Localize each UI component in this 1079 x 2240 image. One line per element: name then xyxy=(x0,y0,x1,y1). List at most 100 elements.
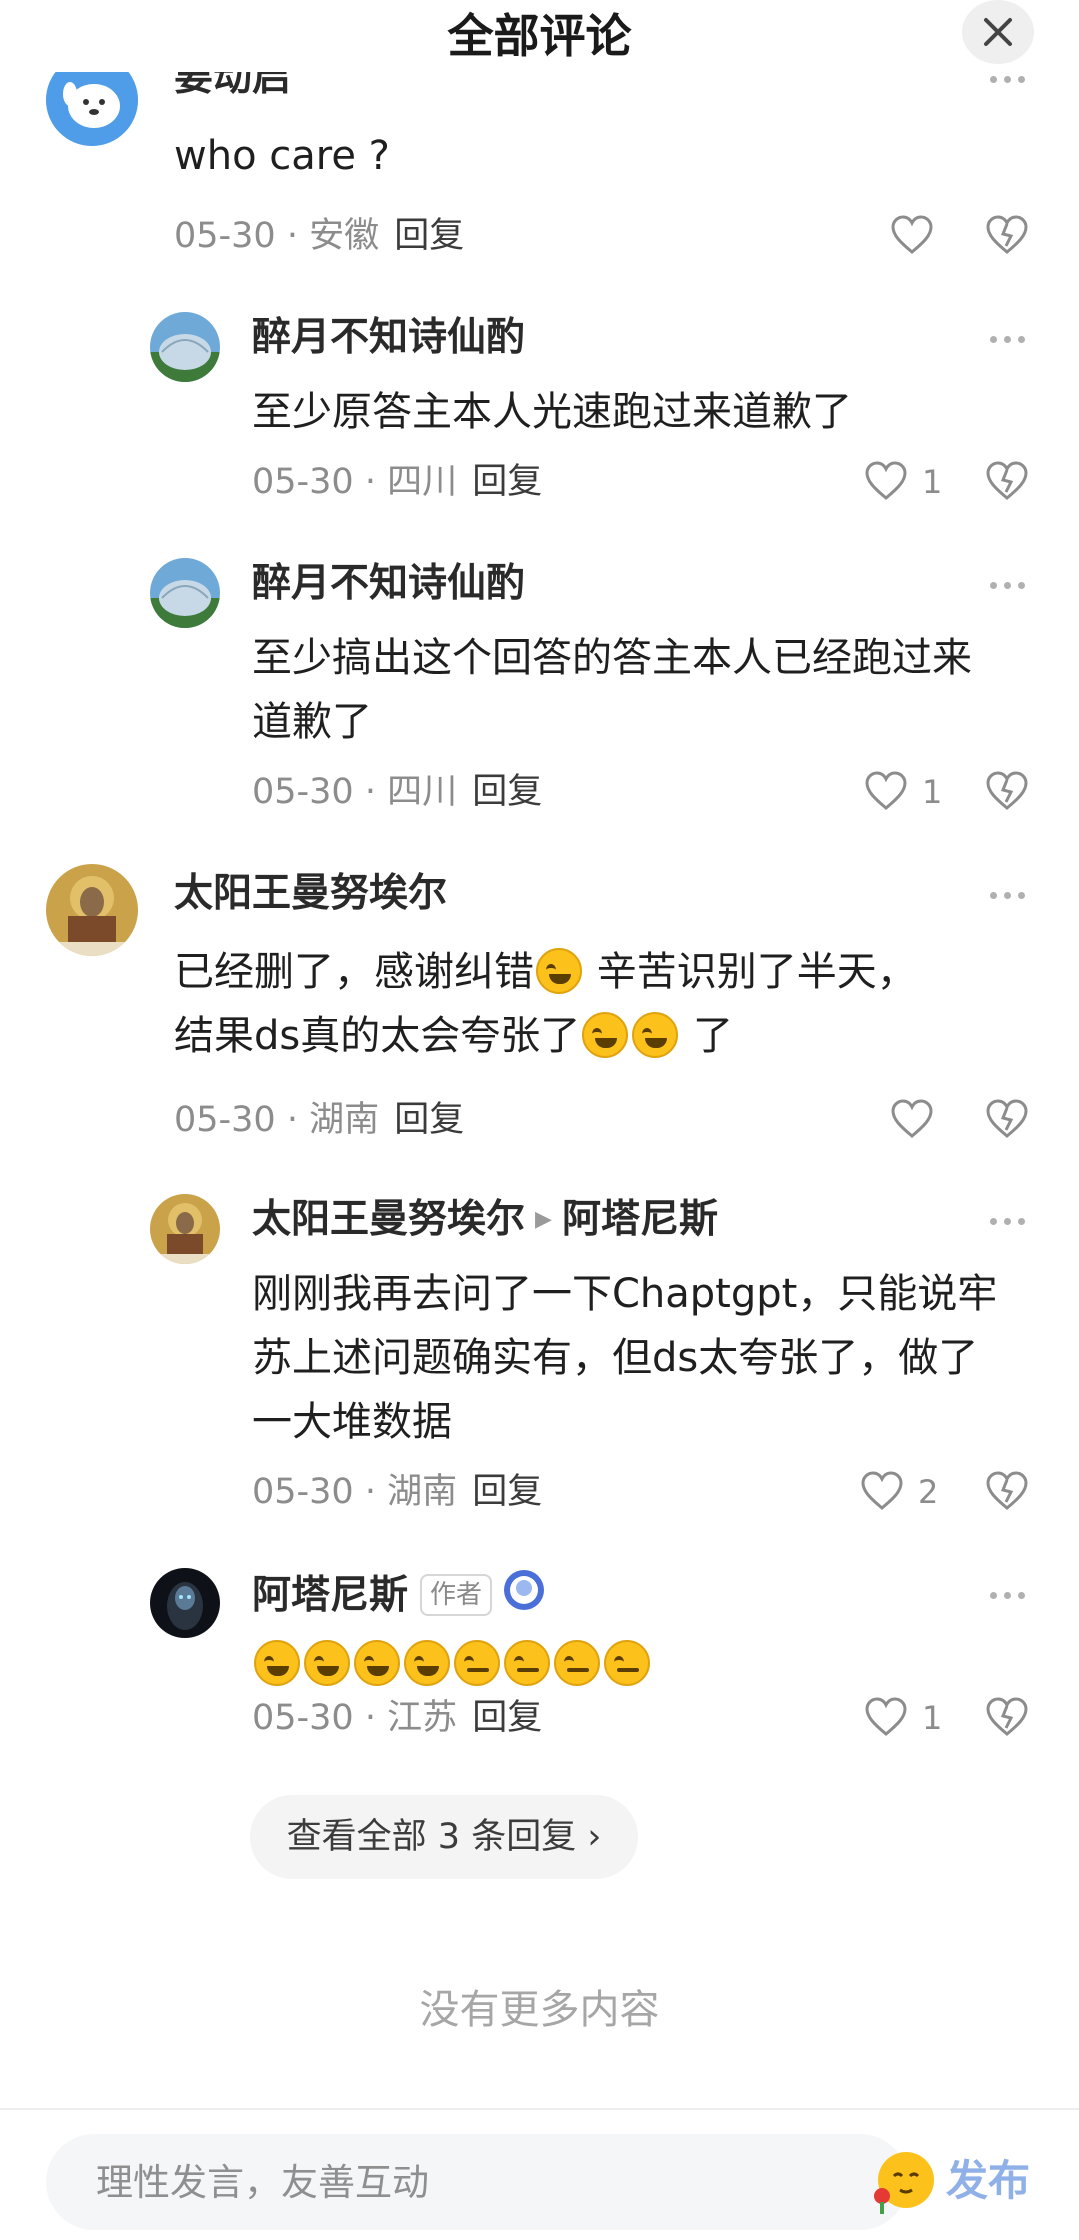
comment-meta: 05-30 · 四川 回复 xyxy=(252,772,543,812)
unamused-emoji-icon xyxy=(604,1640,650,1686)
comment-location: 江苏 xyxy=(387,1698,458,1738)
emoji-sticker-icon xyxy=(874,2152,934,2214)
comment-text-fragment: 结果ds真的太会夸张了 xyxy=(174,1013,581,1059)
reply-arrow-icon: ▶ xyxy=(535,1207,552,1232)
comment-text: who care ? xyxy=(174,133,390,179)
unamused-emoji-icon xyxy=(504,1640,550,1686)
more-dots-icon[interactable] xyxy=(990,1592,1026,1604)
heart-icon xyxy=(865,461,907,500)
comment-text: 至少搞出这个回答的答主本人已经跑过来 道歉了 xyxy=(252,626,972,754)
comment-location: 湖南 xyxy=(309,1100,380,1140)
comment-text: 已经删了，感谢纠错 辛苦识别了半天， 结果ds真的太会夸张了 了 xyxy=(174,940,917,1068)
commenter-name[interactable]: 阿塔尼斯 作者 xyxy=(252,1568,546,1626)
comment-input-container[interactable] xyxy=(46,2134,934,2230)
more-dots-icon[interactable] xyxy=(990,76,1026,88)
dislike-button[interactable] xyxy=(985,1098,1031,1144)
heart-icon xyxy=(865,771,907,810)
commenter-name-text[interactable]: 阿塔尼斯 xyxy=(252,1573,408,1618)
comment-text-line: 至少搞出这个回答的答主本人已经跑过来 xyxy=(252,635,972,681)
comment-date: 05-30 xyxy=(252,462,354,502)
sweat-smile-emoji-icon xyxy=(404,1640,450,1686)
heart-icon xyxy=(865,1697,907,1736)
commenter-name[interactable]: 太阳王曼努埃尔 ▶ 阿塔尼斯 xyxy=(252,1194,718,1246)
sticker-button[interactable] xyxy=(868,2146,940,2218)
broken-heart-icon xyxy=(986,461,1028,500)
comments-page: 全部评论 要动启 who care ? 05-30 · 安徽 回复 醉月不知诗仙… xyxy=(0,0,1079,2240)
comment-input[interactable] xyxy=(96,2134,816,2230)
broken-heart-icon xyxy=(986,771,1028,810)
comment-location: 安徽 xyxy=(309,216,380,256)
comment-date: 05-30 xyxy=(252,1698,354,1738)
crying-laughing-emoji-icon xyxy=(632,1012,679,1058)
comment-meta: 05-30 · 湖南 回复 xyxy=(174,1100,465,1140)
commenter-name[interactable]: 太阳王曼努埃尔 xyxy=(174,868,447,920)
like-count: 1 xyxy=(922,773,943,811)
more-dots-icon[interactable] xyxy=(990,1218,1026,1230)
comment-text-line: 结果ds真的太会夸张了 了 xyxy=(174,1004,917,1068)
broken-heart-icon xyxy=(986,1099,1028,1138)
heart-icon xyxy=(891,215,933,254)
comment-date: 05-30 xyxy=(174,1100,276,1140)
comment-text-fragment: 已经删了，感谢纠错 xyxy=(174,949,534,995)
reply-button[interactable]: 回复 xyxy=(394,1100,464,1140)
comment-meta: 05-30 · 江苏 回复 xyxy=(252,1698,543,1738)
dislike-button[interactable] xyxy=(985,214,1031,260)
sweat-smile-emoji-icon xyxy=(304,1640,350,1686)
reply-button[interactable]: 回复 xyxy=(472,462,542,502)
comment-text-line: 一大堆数据 xyxy=(252,1399,452,1445)
like-count: 1 xyxy=(922,1699,943,1737)
broken-heart-icon xyxy=(986,215,1028,254)
reply-button[interactable]: 回复 xyxy=(394,216,464,256)
no-more-content-label: 没有更多内容 xyxy=(419,1987,660,2033)
comment-input-bar: 发布 xyxy=(0,2108,1079,2240)
view-all-replies-button[interactable]: 查看全部 3 条回复 › xyxy=(250,1795,638,1879)
reply-to-name[interactable]: 阿塔尼斯 xyxy=(562,1197,718,1242)
author-tag: 作者 xyxy=(420,1574,493,1616)
comment-meta: 05-30 · 安徽 回复 xyxy=(174,216,465,256)
badge-icon xyxy=(502,1568,546,1626)
close-icon xyxy=(984,18,1012,46)
broken-heart-icon xyxy=(986,1471,1028,1510)
comment-text-fragment: 辛苦识别了半天， xyxy=(596,949,917,995)
more-dots-icon[interactable] xyxy=(990,892,1026,904)
dislike-button[interactable] xyxy=(985,1470,1031,1516)
comment-meta: 05-30 · 湖南 回复 xyxy=(252,1472,543,1512)
commenter-name[interactable]: 醉月不知诗仙酌 xyxy=(252,312,525,364)
avatar[interactable] xyxy=(150,1194,220,1264)
reply-button[interactable]: 回复 xyxy=(472,772,542,812)
unamused-emoji-icon xyxy=(454,1640,500,1686)
like-count: 2 xyxy=(918,1473,939,1511)
reply-button[interactable]: 回复 xyxy=(472,1472,542,1512)
dislike-button[interactable] xyxy=(985,1696,1031,1742)
comment-text-line: 已经删了，感谢纠错 辛苦识别了半天， xyxy=(174,940,917,1004)
dislike-button[interactable] xyxy=(985,770,1031,816)
comment-text: 刚刚我再去问了一下Chaptgpt，只能说牢 苏上述问题确实有，但ds太夸张了，… xyxy=(252,1262,997,1454)
more-dots-icon[interactable] xyxy=(990,336,1026,348)
reply-button[interactable]: 回复 xyxy=(472,1698,542,1738)
broken-heart-icon xyxy=(986,1697,1028,1736)
commenter-name-text[interactable]: 太阳王曼努埃尔 xyxy=(252,1197,525,1242)
unamused-emoji-icon xyxy=(554,1640,600,1686)
commenter-name[interactable]: 醉月不知诗仙酌 xyxy=(252,558,525,610)
comment-text-line: 刚刚我再去问了一下Chaptgpt，只能说牢 xyxy=(252,1271,998,1317)
more-dots-icon[interactable] xyxy=(990,582,1026,594)
header: 全部评论 xyxy=(0,0,1079,72)
comment-location: 湖南 xyxy=(387,1472,458,1512)
dislike-button[interactable] xyxy=(985,460,1031,506)
avatar[interactable] xyxy=(150,312,220,382)
avatar[interactable] xyxy=(46,864,138,956)
crying-laughing-emoji-icon xyxy=(582,1012,629,1058)
comment-date: 05-30 xyxy=(252,772,354,812)
publish-button[interactable]: 发布 xyxy=(946,2146,1030,2216)
avatar[interactable] xyxy=(150,558,220,628)
avatar[interactable] xyxy=(150,1568,220,1638)
comment-date: 05-30 xyxy=(252,1472,354,1512)
comment-text-line: 道歉了 xyxy=(252,699,372,745)
comment-text: 至少原答主本人光速跑过来道歉了 xyxy=(252,389,852,435)
sweat-smile-emoji-icon xyxy=(354,1640,400,1686)
sweat-smile-emoji-icon xyxy=(254,1640,300,1686)
close-button[interactable] xyxy=(962,0,1034,64)
comment-location: 四川 xyxy=(387,462,458,502)
comment-text-fragment: 了 xyxy=(692,1013,733,1059)
comment-date: 05-30 xyxy=(174,216,276,256)
